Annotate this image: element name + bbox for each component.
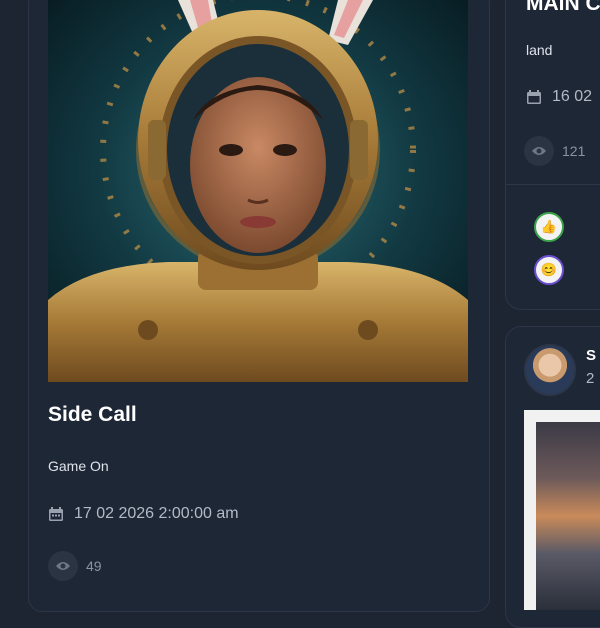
views-count: 49 [86, 558, 102, 574]
event-subtitle: Game On [48, 458, 109, 474]
event-image[interactable] [48, 0, 468, 382]
thumbs-up-icon[interactable]: 👍 [534, 212, 564, 242]
avatar[interactable] [524, 344, 576, 396]
event-title[interactable]: Side Call [48, 403, 137, 427]
user-meta: 2 [586, 370, 595, 387]
calendar-icon [527, 90, 541, 104]
event-date-row-right: 16 02 [526, 88, 592, 106]
face-emoji-icon[interactable]: 😊 [534, 255, 564, 285]
event-date: 17 02 2026 2:00:00 am [74, 505, 239, 522]
astronaut-portrait-image [48, 0, 468, 382]
post-image[interactable] [524, 410, 600, 610]
sunset-landscape-image [536, 422, 600, 610]
eye-icon [524, 136, 554, 166]
event-date-right: 16 02 [552, 88, 593, 105]
divider [506, 184, 600, 185]
views-count-right: 121 [562, 143, 586, 159]
views-row-right: 121 [524, 136, 585, 166]
eye-icon [48, 551, 78, 581]
event-subtitle-right: land [526, 42, 553, 58]
event-date-row: 17 02 2026 2:00:00 am [48, 505, 239, 523]
user-name[interactable]: S [586, 347, 596, 364]
calendar-icon [49, 507, 63, 521]
event-title-right[interactable]: MAIN C [526, 0, 600, 16]
views-row: 49 [48, 551, 102, 581]
